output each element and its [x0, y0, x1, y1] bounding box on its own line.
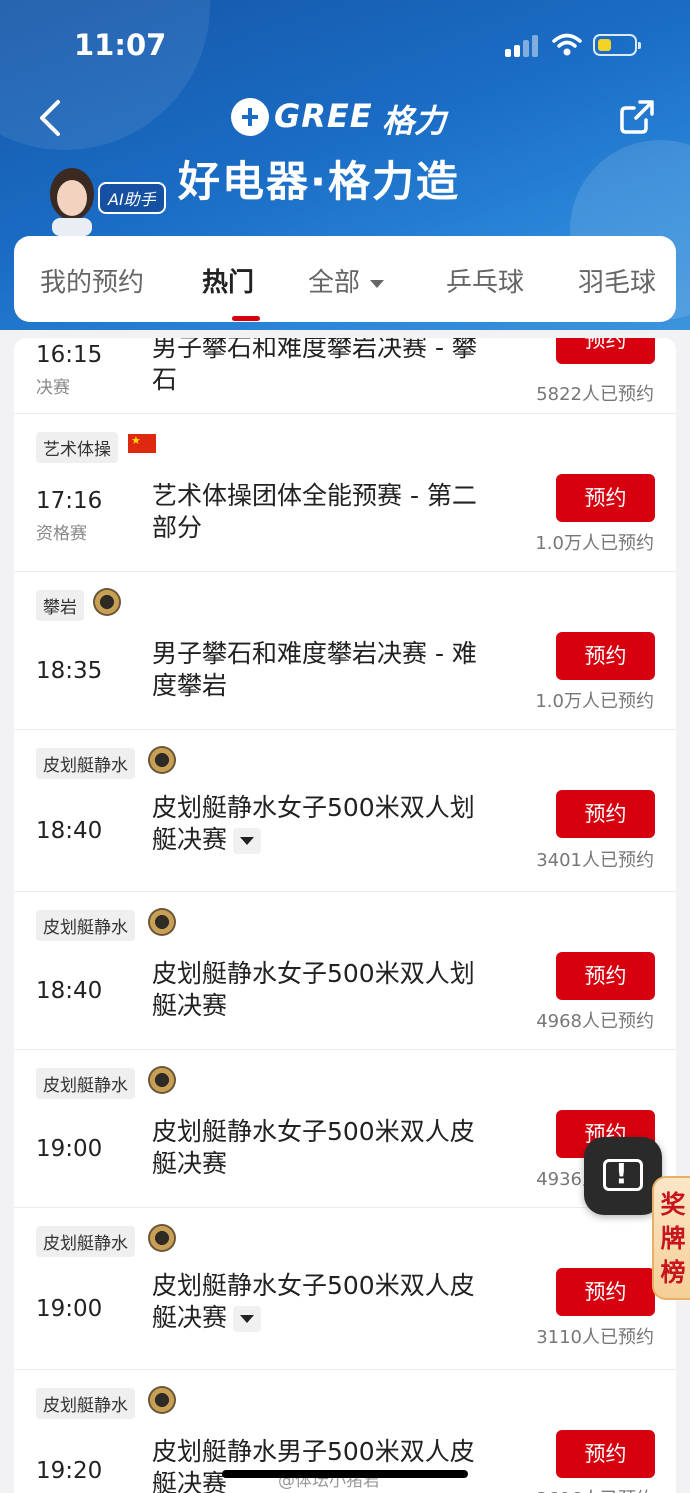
tab-badminton[interactable]: 羽毛球 — [578, 262, 656, 299]
event-time: 18:35 — [36, 658, 103, 684]
event-list[interactable]: 16:15 决赛 男子攀石和难度攀岩决赛 - 攀石 预约 5822人已预约 艺术… — [14, 338, 676, 1493]
tab-all-label: 全部 — [308, 268, 361, 298]
battery-icon — [593, 34, 641, 56]
medal-icon — [148, 1224, 176, 1252]
sport-tag: 皮划艇静水 — [36, 748, 135, 779]
event-row: 16:15 决赛 男子攀石和难度攀岩决赛 - 攀石 预约 5822人已预约 — [14, 338, 676, 414]
feedback-button[interactable]: ! — [584, 1137, 662, 1215]
expand-dropdown-icon[interactable] — [233, 1306, 262, 1332]
event-time: 18:40 — [36, 978, 103, 1004]
event-row: 皮划艇静水 18:40 皮划艇静水女子500米双人划艇决赛 预约 4968人已预… — [14, 892, 676, 1050]
event-time: 17:16 — [36, 488, 103, 514]
event-row: 皮划艇静水 18:40 皮划艇静水女子500米双人划艇决赛 预约 3401人已预… — [14, 730, 676, 892]
sport-tag: 皮划艇静水 — [36, 1068, 135, 1099]
reservation-count: 5822人已预约 — [536, 384, 654, 405]
slogan: 好电器·格力造 — [178, 157, 460, 206]
reservation-count: 1.0万人已预约 — [535, 533, 654, 554]
event-time: 16:15 — [36, 342, 103, 368]
medal-table-tab[interactable]: 奖牌榜 — [652, 1176, 690, 1300]
event-row: 攀岩 18:35 男子攀石和难度攀岩决赛 - 难度攀岩 预约 1.0万人已预约 — [14, 572, 676, 730]
reservation-count: 3110人已预约 — [536, 1327, 654, 1348]
tab-my-reservations[interactable]: 我的预约 — [40, 262, 144, 299]
sport-tag: 皮划艇静水 — [36, 1388, 135, 1419]
event-title: 皮划艇静水女子500米双人划艇决赛 — [152, 959, 475, 1020]
category-tabs: 我的预约 热门 全部 乒乓球 羽毛球 — [14, 236, 676, 322]
event-time: 19:20 — [36, 1458, 103, 1484]
event-row: 皮划艇静水 19:00 皮划艇静水女子500米双人皮艇决赛 预约 4936人已预… — [14, 1050, 676, 1208]
event-title: 皮划艇静水女子500米双人划艇决赛 — [152, 792, 492, 856]
chevron-down-icon — [370, 279, 385, 288]
sport-tag: 艺术体操 — [36, 432, 118, 463]
reserve-button[interactable]: 预约 — [556, 952, 655, 1000]
expand-dropdown-icon[interactable] — [233, 828, 262, 854]
reserve-button[interactable]: 预约 — [556, 1430, 655, 1478]
tab-all[interactable]: 全部 — [308, 262, 385, 299]
event-row: 皮划艇静水 19:00 皮划艇静水女子500米双人皮艇决赛 预约 3110人已预… — [14, 1208, 676, 1370]
event-time: 19:00 — [36, 1136, 103, 1162]
back-icon[interactable] — [32, 96, 72, 140]
event-round: 资格赛 — [36, 524, 87, 544]
signal-icon — [505, 35, 541, 57]
reservation-count: 1.0万人已预约 — [535, 691, 654, 712]
medal-table-label: 奖牌榜 — [660, 1190, 686, 1287]
event-time: 19:00 — [36, 1296, 103, 1322]
medal-icon — [148, 1066, 176, 1094]
reserve-button[interactable]: 预约 — [556, 474, 655, 522]
event-time: 18:40 — [36, 818, 103, 844]
event-row: 艺术体操 ★ 17:16 资格赛 艺术体操团体全能预赛 - 第二部分 预约 1.… — [14, 414, 676, 572]
home-indicator — [222, 1470, 468, 1478]
share-icon[interactable] — [616, 96, 658, 138]
reservation-count: 4968人已预约 — [536, 1011, 654, 1032]
event-round: 决赛 — [36, 378, 70, 398]
ai-assistant-avatar[interactable] — [40, 164, 104, 236]
medal-icon — [148, 1386, 176, 1414]
reserve-button[interactable]: 预约 — [556, 338, 655, 364]
event-title-text: 皮划艇静水女子500米双人划艇决赛 — [152, 793, 475, 854]
wifi-icon — [552, 33, 582, 56]
brand-latin: GREE — [274, 97, 373, 135]
tab-hot[interactable]: 热门 — [202, 262, 254, 299]
reserve-button[interactable]: 预约 — [556, 790, 655, 838]
event-title: 男子攀石和难度攀岩决赛 - 难度攀岩 — [152, 639, 477, 700]
active-tab-indicator — [232, 316, 260, 321]
medal-icon — [93, 588, 121, 616]
brand-chinese: 格力 — [382, 102, 447, 140]
event-title: 皮划艇静水女子500米双人皮艇决赛 — [152, 1117, 475, 1178]
china-flag-icon: ★ — [128, 434, 156, 453]
event-title: 皮划艇静水女子500米双人皮艇决赛 — [152, 1270, 492, 1334]
ai-assistant-badge[interactable]: AI助手 — [98, 182, 166, 214]
status-bar: 11:07 — [0, 0, 690, 90]
event-title: 艺术体操团体全能预赛 - 第二部分 — [152, 481, 477, 542]
sport-tag: 攀岩 — [36, 590, 84, 621]
medal-icon — [148, 746, 176, 774]
sport-tag: 皮划艇静水 — [36, 1226, 135, 1257]
event-title: 男子攀石和难度攀岩决赛 - 攀石 — [152, 338, 477, 394]
exclamation-icon: ! — [615, 1157, 628, 1190]
reserve-button[interactable]: 预约 — [556, 1268, 655, 1316]
medal-icon — [148, 908, 176, 936]
reservation-count: 3606人已预约 — [536, 1485, 654, 1493]
status-time: 11:07 — [74, 28, 167, 62]
tab-table-tennis[interactable]: 乒乓球 — [446, 262, 524, 299]
sport-tag: 皮划艇静水 — [36, 910, 135, 941]
reservation-count: 3401人已预约 — [536, 850, 654, 871]
event-title-text: 皮划艇静水女子500米双人皮艇决赛 — [152, 1271, 475, 1332]
reserve-button[interactable]: 预约 — [556, 632, 655, 680]
